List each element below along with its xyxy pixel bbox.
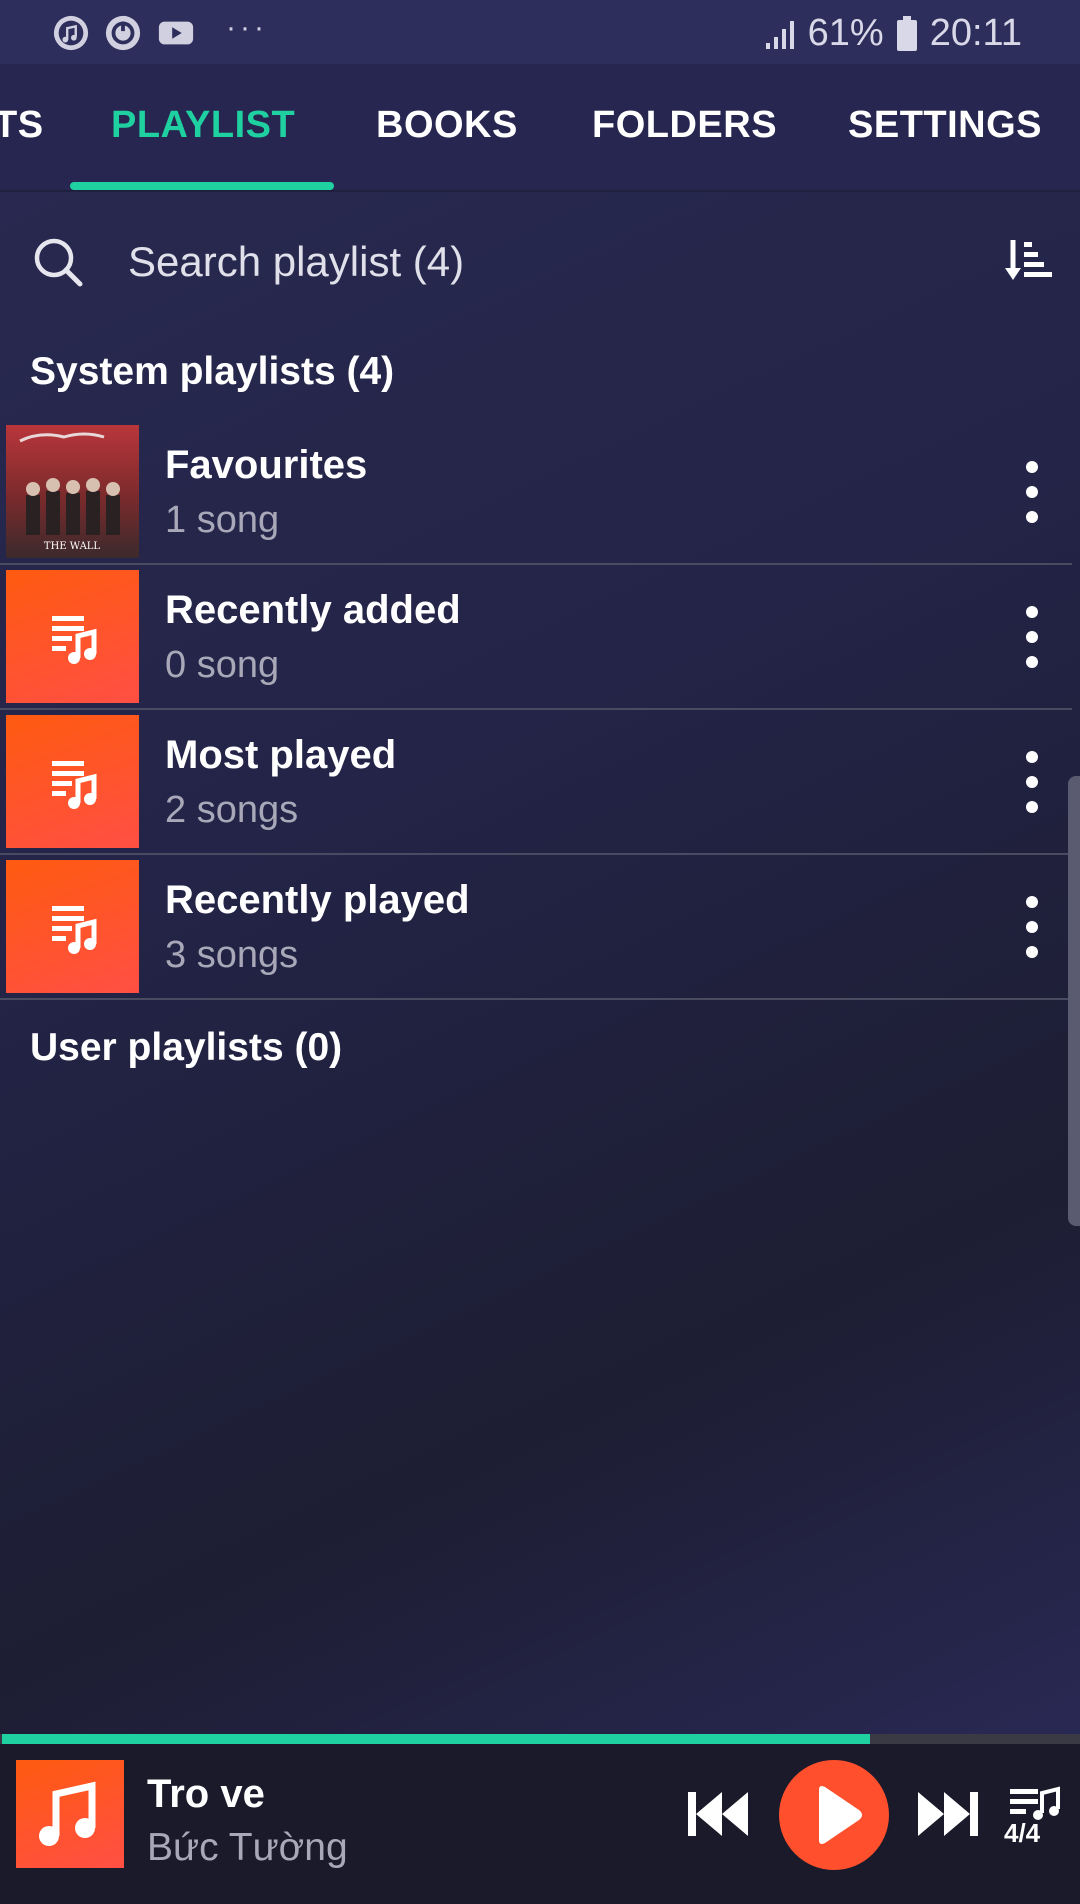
signal-icon xyxy=(765,20,794,49)
more-notifications: ··· xyxy=(226,11,268,44)
active-tab-indicator xyxy=(70,182,334,190)
tab-playlist[interactable]: PLAYLIST xyxy=(111,104,295,147)
more-options-icon[interactable] xyxy=(1012,747,1052,817)
tab-tracks[interactable]: TS xyxy=(0,104,44,147)
tabs-divider xyxy=(0,190,1080,192)
mini-player[interactable]: Tro ve Bức Tường 4/4 xyxy=(0,1744,1080,1904)
sync-icon xyxy=(105,15,141,51)
battery-icon xyxy=(896,15,917,51)
playlist-title: Most played xyxy=(165,733,397,777)
play-icon xyxy=(819,1786,862,1844)
tab-bar: TS PLAYLIST BOOKS FOLDERS SETTINGS xyxy=(0,64,1080,190)
playlist-song-count: 0 song xyxy=(165,644,280,686)
tab-folders[interactable]: FOLDERS xyxy=(592,104,777,147)
search-icon[interactable] xyxy=(32,236,84,288)
search-bar xyxy=(0,222,1080,302)
battery-percent: 61% xyxy=(807,12,884,54)
playlist-title: Recently played xyxy=(165,878,470,922)
album-art-thumbnail: THE WALL xyxy=(6,425,139,558)
scrollbar-handle[interactable] xyxy=(1068,776,1080,1226)
youtube-icon xyxy=(158,21,194,45)
divider xyxy=(0,563,1072,565)
playback-progress-bar[interactable] xyxy=(0,1734,1080,1744)
divider xyxy=(0,853,1072,855)
music-app-icon xyxy=(53,15,89,51)
album-text: THE WALL xyxy=(44,541,101,552)
playlist-item-most-played[interactable]: Most played 2 songs xyxy=(0,711,1072,855)
queue-position: 4/4 xyxy=(1004,1818,1041,1848)
playlist-title: Favourites xyxy=(165,443,368,487)
now-playing-artist: Bức Tường xyxy=(147,1826,348,1869)
tab-settings[interactable]: SETTINGS xyxy=(848,104,1042,147)
playlist-item-favourites[interactable]: THE WALL Favourites 1 song xyxy=(0,421,1072,565)
playlist-title: Recently added xyxy=(165,588,461,632)
music-note-icon xyxy=(39,1781,96,1846)
playlist-song-count: 1 song xyxy=(165,499,280,541)
divider xyxy=(0,708,1072,710)
playlist-music-icon xyxy=(6,570,139,703)
more-options-icon[interactable] xyxy=(1012,892,1052,962)
previous-track-icon[interactable] xyxy=(686,1784,750,1844)
playlist-item-recently-played[interactable]: Recently played 3 songs xyxy=(0,856,1072,1000)
system-playlists-header: System playlists (4) xyxy=(30,350,395,393)
play-button[interactable] xyxy=(779,1760,889,1870)
status-bar: ··· 61% 20:11 xyxy=(0,0,1080,64)
now-playing-title: Tro ve xyxy=(147,1772,265,1816)
now-playing-art xyxy=(16,1760,124,1868)
user-playlists-header: User playlists (0) xyxy=(30,1026,343,1069)
search-input[interactable] xyxy=(128,232,828,292)
playback-progress-fill xyxy=(2,1734,870,1744)
playlist-song-count: 3 songs xyxy=(165,934,299,976)
more-options-icon[interactable] xyxy=(1012,457,1052,527)
tab-books[interactable]: BOOKS xyxy=(376,104,518,147)
more-options-icon[interactable] xyxy=(1012,602,1052,672)
sort-icon[interactable] xyxy=(1004,236,1054,286)
next-track-icon[interactable] xyxy=(916,1784,980,1844)
divider xyxy=(0,998,1072,1000)
playlist-item-recently-added[interactable]: Recently added 0 song xyxy=(0,566,1072,710)
playlist-song-count: 2 songs xyxy=(165,789,299,831)
playlist-music-icon xyxy=(6,860,139,993)
playlist-music-icon xyxy=(6,715,139,848)
clock: 20:11 xyxy=(929,12,1022,54)
